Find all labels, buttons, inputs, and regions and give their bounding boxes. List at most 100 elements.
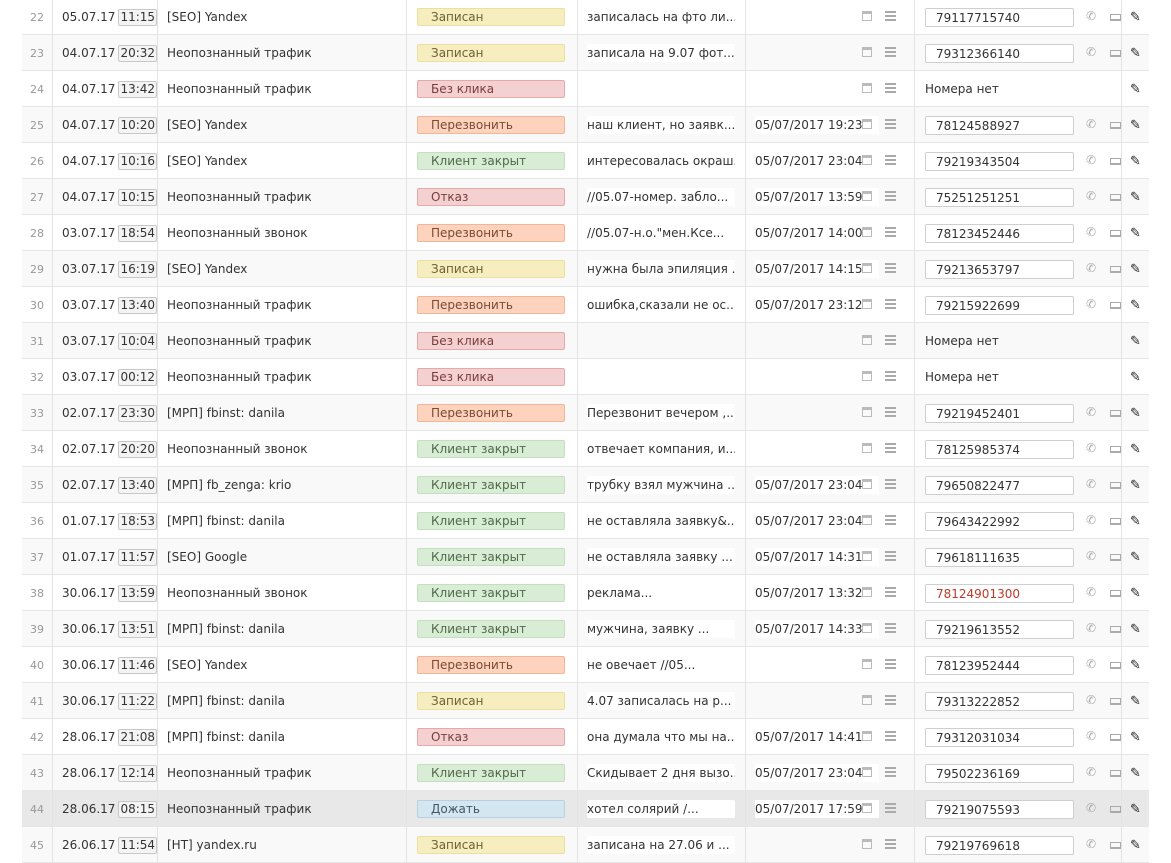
comment-field[interactable] — [587, 80, 735, 98]
comment-field[interactable]: //05.07-номер. забло... — [587, 188, 735, 206]
recall-date-field[interactable]: 05/07/2017 13:32 — [755, 584, 879, 602]
list-icon[interactable] — [885, 155, 896, 165]
edit-icon[interactable]: ✎ — [1130, 514, 1141, 529]
computer-icon[interactable] — [1110, 410, 1121, 417]
list-icon[interactable] — [885, 515, 896, 525]
recall-date-field[interactable] — [755, 692, 879, 710]
phone-call-icon[interactable]: ✆ — [1086, 9, 1096, 23]
status-badge[interactable]: Записан — [417, 836, 565, 854]
phone-call-icon[interactable]: ✆ — [1086, 657, 1096, 671]
list-icon[interactable] — [885, 443, 896, 453]
status-badge[interactable]: Клиент закрыт — [417, 152, 565, 170]
phone-call-icon[interactable]: ✆ — [1086, 441, 1096, 455]
phone-field[interactable]: 79219613552 — [925, 619, 1074, 639]
calendar-icon[interactable] — [862, 407, 872, 417]
comment-field[interactable]: записалась на фто ли... — [587, 8, 735, 26]
list-icon[interactable] — [885, 263, 896, 273]
phone-call-icon[interactable]: ✆ — [1086, 693, 1096, 707]
status-badge[interactable]: Клиент закрыт — [417, 548, 565, 566]
table-row[interactable]: 27 04.07.17 10:15 Неопознанный трафик От… — [22, 179, 1149, 215]
recall-date-field[interactable] — [755, 440, 879, 458]
phone-call-icon[interactable]: ✆ — [1086, 549, 1096, 563]
phone-field[interactable]: 79215922699 — [925, 295, 1074, 315]
edit-icon[interactable]: ✎ — [1130, 190, 1141, 205]
phone-field[interactable]: 79219343504 — [925, 151, 1074, 171]
phone-call-icon[interactable]: ✆ — [1086, 189, 1096, 203]
phone-field[interactable]: 79618111635 — [925, 547, 1074, 567]
computer-icon[interactable] — [1110, 230, 1121, 237]
calendar-icon[interactable] — [862, 335, 872, 345]
status-badge[interactable]: Перезвонить — [417, 404, 565, 422]
list-icon[interactable] — [885, 299, 896, 309]
edit-icon[interactable]: ✎ — [1130, 226, 1141, 241]
phone-field[interactable]: 78123452446 — [925, 223, 1074, 243]
table-row[interactable]: 45 26.06.17 11:54 [НТ] yandex.ru Записан… — [22, 827, 1149, 863]
phone-field[interactable]: 78124588927 — [925, 115, 1074, 135]
recall-date-field[interactable]: 05/07/2017 14:33 — [755, 620, 879, 638]
calendar-icon[interactable] — [862, 371, 872, 381]
table-row[interactable]: 30 03.07.17 13:40 Неопознанный трафик Пе… — [22, 287, 1149, 323]
edit-icon[interactable]: ✎ — [1130, 802, 1141, 817]
edit-icon[interactable]: ✎ — [1130, 10, 1141, 25]
phone-field[interactable]: 75251251251 — [925, 187, 1074, 207]
list-icon[interactable] — [885, 551, 896, 561]
comment-field[interactable]: ошибка,сказали не ос... — [587, 296, 735, 314]
table-row[interactable]: 41 30.06.17 11:22 [МРП] fbinst: danila З… — [22, 683, 1149, 719]
phone-field[interactable]: 79219452401 — [925, 403, 1074, 423]
phone-call-icon[interactable]: ✆ — [1086, 621, 1096, 635]
phone-call-icon[interactable]: ✆ — [1086, 405, 1096, 419]
status-badge[interactable]: Перезвонить — [417, 296, 565, 314]
table-row[interactable]: 31 03.07.17 10:04 Неопознанный трафик Бе… — [22, 323, 1149, 359]
table-row[interactable]: 37 01.07.17 11:57 [SEO] Google Клиент за… — [22, 539, 1149, 575]
table-row[interactable]: 38 30.06.17 13:59 Неопознанный звонок Кл… — [22, 575, 1149, 611]
status-badge[interactable]: Без клика — [417, 368, 565, 386]
computer-icon[interactable] — [1110, 554, 1121, 561]
phone-call-icon[interactable]: ✆ — [1086, 837, 1096, 851]
computer-icon[interactable] — [1110, 590, 1121, 597]
computer-icon[interactable] — [1110, 842, 1121, 849]
computer-icon[interactable] — [1110, 482, 1121, 489]
list-icon[interactable] — [885, 767, 896, 777]
status-badge[interactable]: Клиент закрыт — [417, 620, 565, 638]
computer-icon[interactable] — [1110, 266, 1121, 273]
calendar-icon[interactable] — [862, 11, 872, 21]
computer-icon[interactable] — [1110, 770, 1121, 777]
list-icon[interactable] — [885, 623, 896, 633]
calendar-icon[interactable] — [862, 263, 872, 273]
comment-field[interactable]: записана на 27.06 и ... — [587, 836, 735, 854]
status-badge[interactable]: Перезвонить — [417, 224, 565, 242]
calendar-icon[interactable] — [862, 227, 872, 237]
status-badge[interactable]: Клиент закрыт — [417, 584, 565, 602]
table-row[interactable]: 43 28.06.17 12:14 Неопознанный трафик Кл… — [22, 755, 1149, 791]
edit-icon[interactable]: ✎ — [1130, 262, 1141, 277]
status-badge[interactable]: Дожать — [417, 800, 565, 818]
list-icon[interactable] — [885, 119, 896, 129]
comment-field[interactable]: мужчина, заявку ... — [587, 620, 735, 638]
phone-field[interactable]: 78123952444 — [925, 655, 1074, 675]
phone-field[interactable]: 79312031034 — [925, 727, 1074, 747]
edit-icon[interactable]: ✎ — [1130, 622, 1141, 637]
computer-icon[interactable] — [1110, 50, 1121, 57]
calendar-icon[interactable] — [862, 659, 872, 669]
recall-date-field[interactable]: 05/07/2017 19:23 — [755, 116, 879, 134]
recall-date-field[interactable]: 05/07/2017 17:59 — [755, 800, 879, 818]
phone-call-icon[interactable]: ✆ — [1086, 45, 1096, 59]
comment-field[interactable]: нужна была эпиляция ... — [587, 260, 735, 278]
calendar-icon[interactable] — [862, 479, 872, 489]
status-badge[interactable]: Клиент закрыт — [417, 476, 565, 494]
phone-call-icon[interactable]: ✆ — [1086, 729, 1096, 743]
computer-icon[interactable] — [1110, 446, 1121, 453]
comment-field[interactable]: отвечает компания, и... — [587, 440, 735, 458]
status-badge[interactable]: Перезвонить — [417, 116, 565, 134]
status-badge[interactable]: Записан — [417, 692, 565, 710]
calendar-icon[interactable] — [862, 767, 872, 777]
recall-date-field[interactable] — [755, 404, 879, 422]
recall-date-field[interactable] — [755, 332, 879, 350]
table-row[interactable]: 22 05.07.17 11:15 [SEO] Yandex Записан з… — [22, 0, 1149, 35]
calendar-icon[interactable] — [862, 443, 872, 453]
calendar-icon[interactable] — [862, 155, 872, 165]
edit-icon[interactable]: ✎ — [1130, 406, 1141, 421]
recall-date-field[interactable]: 05/07/2017 14:15 — [755, 260, 879, 278]
table-row[interactable]: 39 30.06.17 13:51 [МРП] fbinst: danila К… — [22, 611, 1149, 647]
calendar-icon[interactable] — [862, 839, 872, 849]
